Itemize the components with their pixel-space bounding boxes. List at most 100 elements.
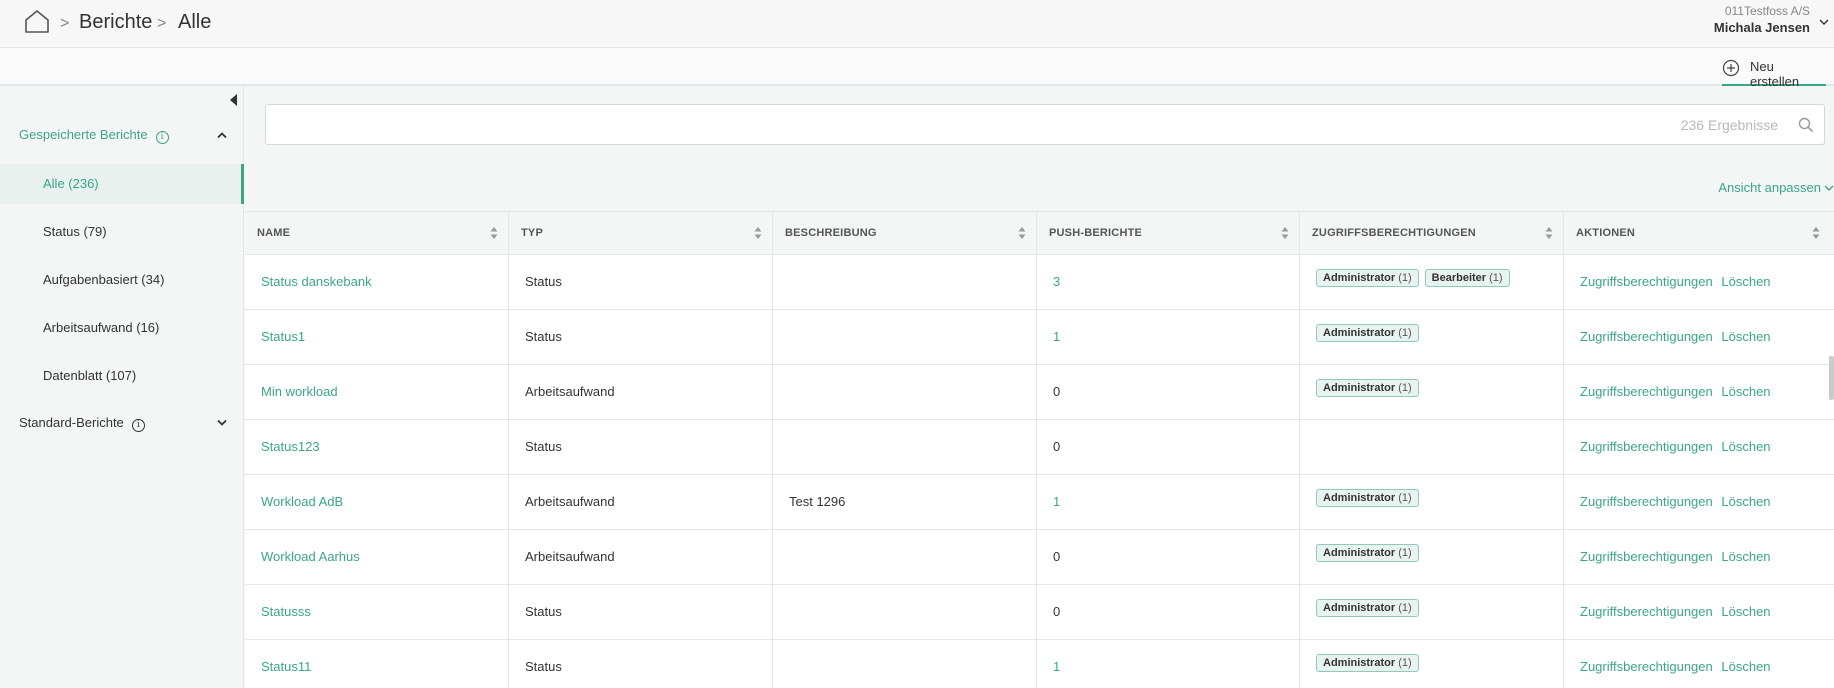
column-header-actions[interactable]: AKTIONEN — [1564, 212, 1834, 254]
cell-actions: Zugriffsberechtigungen Löschen — [1564, 420, 1834, 474]
standard-reports-section[interactable]: Standard-Berichte i — [19, 415, 145, 432]
push-reports-count: 0 — [1053, 439, 1061, 454]
cell-type: Arbeitsaufwand — [509, 365, 773, 419]
table-row[interactable]: Workload Aarhus Arbeitsaufwand 0 Administra… — [245, 530, 1834, 585]
sidebar-item-label: Status (79) — [43, 224, 107, 239]
access-rights-link[interactable]: Zugriffsberechtigungen — [1580, 329, 1713, 344]
role-badge-count: (1) — [1398, 602, 1412, 614]
chevron-down-icon[interactable] — [216, 419, 228, 427]
table-row[interactable]: Status11 Status 1 Administrator (1) Zugriffs… — [245, 640, 1834, 688]
chevron-right-icon: > — [157, 15, 167, 32]
report-name-link[interactable]: Workload Aarhus — [261, 549, 360, 564]
chevron-up-icon[interactable] — [216, 131, 228, 139]
sort-icon[interactable] — [490, 226, 498, 240]
access-rights-link[interactable]: Zugriffsberechtigungen — [1580, 494, 1713, 509]
collapse-sidebar-icon[interactable] — [230, 94, 237, 106]
role-badge-label: Administrator — [1323, 602, 1396, 614]
delete-link[interactable]: Löschen — [1721, 549, 1770, 564]
sidebar-item-workload[interactable]: Arbeitsaufwand (16) — [0, 308, 244, 348]
breadcrumb-berichte[interactable]: Berichte — [79, 11, 152, 34]
role-badge-count: (1) — [1398, 272, 1412, 284]
delete-link[interactable]: Löschen — [1721, 659, 1770, 674]
role-badge-label: Administrator — [1323, 492, 1396, 504]
search-box[interactable] — [265, 104, 1825, 145]
report-type: Status — [525, 604, 562, 619]
sidebar-item-all[interactable]: Alle (236) — [0, 164, 244, 204]
push-reports-count[interactable]: 1 — [1053, 329, 1060, 344]
sort-icon[interactable] — [754, 226, 762, 240]
cell-name: Status11 — [245, 640, 509, 688]
cell-actions: Zugriffsberechtigungen Löschen — [1564, 365, 1834, 419]
chevron-down-icon[interactable] — [1818, 16, 1830, 28]
sidebar-item-label: Datenblatt (107) — [43, 368, 137, 383]
table-row[interactable]: Min workload Arbeitsaufwand 0 Administrator… — [245, 365, 1834, 420]
home-icon[interactable] — [24, 9, 50, 33]
delete-link[interactable]: Löschen — [1721, 494, 1770, 509]
report-name-link[interactable]: Status123 — [261, 439, 320, 454]
push-reports-count[interactable]: 3 — [1053, 274, 1060, 289]
delete-link[interactable]: Löschen — [1721, 384, 1770, 399]
report-name-link[interactable]: Status11 — [261, 659, 311, 674]
report-name-link[interactable]: Workload AdB — [261, 494, 343, 509]
account-menu[interactable]: 011Testfoss A/S Michala Jensen — [1714, 4, 1810, 35]
column-header-label: AKTIONEN — [1576, 227, 1636, 239]
table-row[interactable]: Status1 Status 1 Administrator (1) Zugriffsb… — [245, 310, 1834, 365]
customize-view-button[interactable]: Ansicht anpassen — [1718, 180, 1834, 195]
role-badge: Administrator (1) — [1316, 544, 1419, 562]
push-reports-count: 0 — [1053, 549, 1061, 564]
role-badge: Administrator (1) — [1316, 269, 1419, 287]
report-name-link[interactable]: Status danskebank — [261, 274, 372, 289]
search-input[interactable] — [266, 105, 1786, 144]
cell-description — [773, 420, 1037, 474]
access-rights-link[interactable]: Zugriffsberechtigungen — [1580, 549, 1713, 564]
report-name-link[interactable]: Min workload — [261, 384, 338, 399]
access-rights-link[interactable]: Zugriffsberechtigungen — [1580, 659, 1713, 674]
search-icon[interactable] — [1798, 117, 1814, 133]
info-icon[interactable]: i — [155, 131, 169, 144]
access-rights-link[interactable]: Zugriffsberechtigungen — [1580, 604, 1713, 619]
access-rights-link[interactable]: Zugriffsberechtigungen — [1580, 384, 1713, 399]
table-row[interactable]: Workload AdB Arbeitsaufwand Test 1296 1 Admi… — [245, 475, 1834, 530]
delete-link[interactable]: Löschen — [1721, 604, 1770, 619]
sidebar-item-datasheet[interactable]: Datenblatt (107) — [0, 356, 244, 396]
create-new-button[interactable]: Neu erstellen — [1722, 58, 1826, 89]
push-reports-count[interactable]: 1 — [1053, 494, 1060, 509]
table-row[interactable]: Statusss Status 0 Administrator (1) Zugriffs… — [245, 585, 1834, 640]
sort-icon[interactable] — [1281, 226, 1289, 240]
sort-icon[interactable] — [1018, 226, 1026, 240]
cell-push-reports: 1 — [1037, 475, 1300, 529]
saved-reports-label: Gespeicherte Berichte — [19, 127, 148, 142]
sort-icon[interactable] — [1545, 226, 1553, 240]
chevron-right-icon: > — [60, 15, 70, 32]
cell-push-reports: 0 — [1037, 585, 1300, 639]
action-bar: Neu erstellen — [0, 48, 1834, 89]
cell-push-reports: 0 — [1037, 365, 1300, 419]
table-row[interactable]: Status123 Status 0 Zugriffsberechtigungen L… — [245, 420, 1834, 475]
push-reports-count[interactable]: 1 — [1053, 659, 1060, 674]
report-name-link[interactable]: Status1 — [261, 329, 305, 344]
column-header-name[interactable]: NAME — [245, 212, 509, 254]
report-type: Arbeitsaufwand — [525, 494, 615, 509]
report-name-link[interactable]: Statusss — [261, 604, 311, 619]
access-rights-link[interactable]: Zugriffsberechtigungen — [1580, 274, 1713, 289]
scrollbar[interactable] — [1829, 356, 1834, 400]
delete-link[interactable]: Löschen — [1721, 439, 1770, 454]
table-row[interactable]: Status danskebank Status 3 Administrator (1… — [245, 255, 1834, 310]
sidebar-item-task-based[interactable]: Aufgabenbasiert (34) — [0, 260, 244, 300]
column-header-push-reports[interactable]: PUSH-BERICHTE — [1037, 212, 1300, 254]
cell-actions: Zugriffsberechtigungen Löschen — [1564, 310, 1834, 364]
sidebar-item-status[interactable]: Status (79) — [0, 212, 244, 252]
cell-description — [773, 585, 1037, 639]
delete-link[interactable]: Löschen — [1721, 329, 1770, 344]
column-header-access-rights[interactable]: ZUGRIFFSBERECHTIGUNGEN — [1300, 212, 1564, 254]
sort-icon[interactable] — [1812, 226, 1820, 240]
info-icon[interactable]: i — [131, 419, 145, 432]
saved-reports-section[interactable]: Gespeicherte Berichte i — [19, 127, 169, 144]
access-rights-link[interactable]: Zugriffsberechtigungen — [1580, 439, 1713, 454]
breadcrumb-current: Alle — [178, 11, 212, 33]
cell-description — [773, 310, 1037, 364]
column-header-type[interactable]: TYP — [509, 212, 773, 254]
column-header-description[interactable]: BESCHREIBUNG — [773, 212, 1037, 254]
cell-name: Status danskebank — [245, 255, 509, 309]
delete-link[interactable]: Löschen — [1721, 274, 1770, 289]
